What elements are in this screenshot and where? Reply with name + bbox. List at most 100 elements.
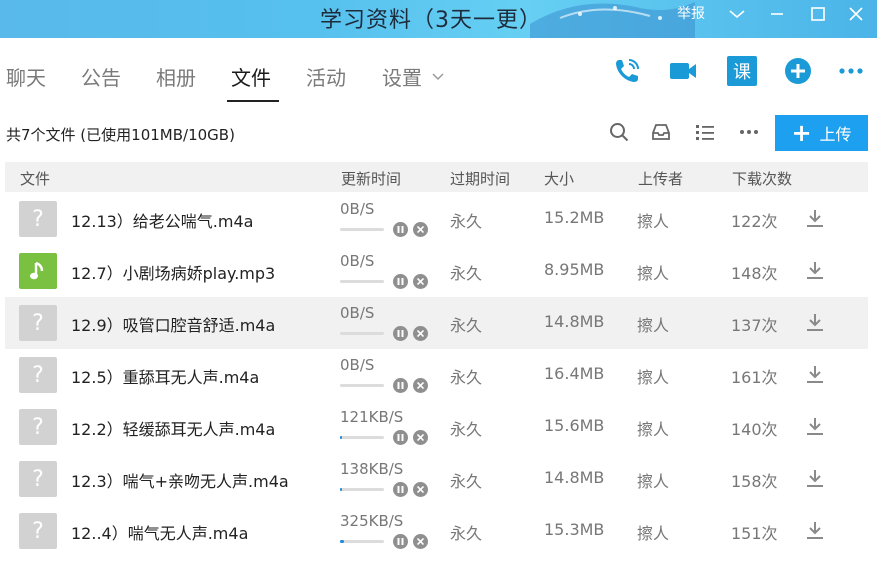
unknown-file-icon: ? [19, 305, 57, 341]
search-icon[interactable] [608, 121, 630, 143]
add-icon[interactable] [783, 56, 813, 86]
unknown-file-icon: ? [19, 409, 57, 445]
file-size: 15.6MB [544, 416, 605, 435]
download-icon[interactable] [804, 311, 826, 333]
cancel-icon[interactable] [413, 534, 428, 549]
file-size: 15.2MB [544, 208, 605, 227]
window-title: 学习资料（3天一更） [320, 8, 542, 33]
download-icon[interactable] [804, 519, 826, 541]
uploader[interactable]: 擦人 [637, 260, 669, 284]
phone-icon[interactable] [612, 56, 642, 86]
table-row[interactable]: ? 12.2）轻缓舔耳无人声.m4a 121KB/S 永久 15.6MB 擦人 140次 [5, 401, 868, 453]
music-file-icon [19, 253, 57, 289]
file-size: 8.95MB [544, 260, 605, 279]
upload-label: 上传 [819, 125, 852, 144]
file-name[interactable]: 12.9）吸管口腔音舒适.m4a [71, 312, 275, 336]
unknown-file-icon: ? [19, 357, 57, 393]
table-row[interactable]: ? 12..4）喘气无人声.m4a 325KB/S 永久 15.3MB 擦人 151次 [5, 505, 868, 557]
cancel-icon[interactable] [413, 222, 428, 237]
title-bar: 学习资料（3天一更） 举报 [0, 0, 877, 38]
pause-icon[interactable] [393, 378, 408, 393]
unknown-file-icon: ? [19, 513, 57, 549]
download-count: 148次 [731, 264, 778, 283]
video-icon[interactable] [668, 56, 698, 86]
cancel-icon[interactable] [413, 430, 428, 445]
download-icon[interactable] [804, 259, 826, 281]
progress-fill [340, 436, 342, 439]
tab-announcements[interactable]: 公告 [81, 62, 121, 91]
more-icon[interactable] [836, 56, 866, 86]
download-count: 137次 [731, 316, 778, 335]
transfer-speed: 0B/S [340, 200, 375, 218]
tab-files[interactable]: 文件 [231, 62, 271, 91]
progress-bar [340, 332, 384, 335]
uploader[interactable]: 擦人 [637, 416, 669, 440]
table-row[interactable]: ? 12.9）吸管口腔音舒适.m4a 0B/S 永久 14.8MB 擦人 137次 [5, 297, 868, 349]
table-row[interactable]: ? 12.5）重舔耳无人声.m4a 0B/S 永久 16.4MB 擦人 161次 [5, 349, 868, 401]
course-icon[interactable]: 课 [727, 56, 757, 86]
download-icon[interactable] [804, 207, 826, 229]
expire-time: 永久 [450, 316, 483, 335]
progress-bar [340, 384, 384, 387]
column-header-expires[interactable]: 过期时间 [450, 168, 510, 189]
tab-bar: 聊天 公告 相册 文件 活动 设置 课 [0, 38, 877, 102]
pause-icon[interactable] [393, 482, 408, 497]
report-link[interactable]: 举报 [677, 3, 705, 23]
upload-button[interactable]: + 上传 [775, 115, 868, 151]
transfer-speed: 0B/S [340, 252, 375, 270]
uploader[interactable]: 擦人 [637, 364, 669, 388]
pause-icon[interactable] [393, 222, 408, 237]
file-count: 共7个文件 (已使用101MB/10GB) [6, 126, 235, 144]
uploader[interactable]: 擦人 [637, 208, 669, 232]
maximize-icon[interactable] [808, 4, 828, 24]
column-header-size[interactable]: 大小 [544, 168, 574, 189]
table-row[interactable]: 12.7）小剧场病娇play.mp3 0B/S 永久 8.95MB 擦人 148次 [5, 245, 868, 297]
download-count: 161次 [731, 368, 778, 387]
chevron-down-icon[interactable] [727, 4, 747, 24]
inbox-icon[interactable] [650, 121, 672, 143]
column-header-file[interactable]: 文件 [20, 168, 50, 189]
pause-icon[interactable] [393, 534, 408, 549]
download-count: 158次 [731, 472, 778, 491]
download-count: 122次 [731, 212, 778, 231]
pause-icon[interactable] [393, 326, 408, 341]
column-header-updated[interactable]: 更新时间 [341, 168, 401, 189]
file-name[interactable]: 12.5）重舔耳无人声.m4a [71, 364, 259, 388]
unknown-file-icon: ? [19, 461, 57, 497]
pause-icon[interactable] [393, 430, 408, 445]
cancel-icon[interactable] [413, 326, 428, 341]
transfer-speed: 325KB/S [340, 512, 404, 530]
column-header-uploader[interactable]: 上传者 [638, 168, 683, 189]
tab-settings[interactable]: 设置 [382, 62, 422, 91]
tab-activities[interactable]: 活动 [306, 62, 346, 91]
file-name[interactable]: 12.13）给老公喘气.m4a [71, 208, 253, 232]
tab-chat[interactable]: 聊天 [6, 62, 46, 91]
file-name[interactable]: 12..4）喘气无人声.m4a [71, 520, 248, 544]
close-icon[interactable] [846, 4, 866, 24]
more-icon[interactable] [738, 121, 760, 143]
column-header-downloads[interactable]: 下载次数 [732, 168, 792, 189]
uploader[interactable]: 擦人 [637, 468, 669, 492]
download-icon[interactable] [804, 467, 826, 489]
table-row[interactable]: ? 12.3）喘气+亲吻无人声.m4a 138KB/S 永久 14.8MB 擦人 158次 [5, 453, 868, 505]
uploader[interactable]: 擦人 [637, 520, 669, 544]
file-name[interactable]: 12.7）小剧场病娇play.mp3 [71, 260, 275, 284]
cancel-icon[interactable] [413, 274, 428, 289]
download-icon[interactable] [804, 415, 826, 437]
uploader[interactable]: 擦人 [637, 312, 669, 336]
pause-icon[interactable] [393, 274, 408, 289]
progress-bar [340, 540, 384, 543]
tab-album[interactable]: 相册 [156, 62, 196, 91]
active-tab-indicator [227, 100, 279, 102]
chevron-down-icon[interactable] [431, 71, 445, 83]
cancel-icon[interactable] [413, 482, 428, 497]
cancel-icon[interactable] [413, 378, 428, 393]
list-view-icon[interactable] [694, 121, 716, 143]
expire-time: 永久 [450, 368, 483, 387]
file-name[interactable]: 12.2）轻缓舔耳无人声.m4a [71, 416, 275, 440]
table-row[interactable]: ? 12.13）给老公喘气.m4a 0B/S 永久 15.2MB 擦人 122次 [5, 193, 868, 245]
file-name[interactable]: 12.3）喘气+亲吻无人声.m4a [71, 468, 289, 492]
progress-bar [340, 280, 384, 283]
minimize-icon[interactable] [767, 4, 787, 24]
download-icon[interactable] [804, 363, 826, 385]
